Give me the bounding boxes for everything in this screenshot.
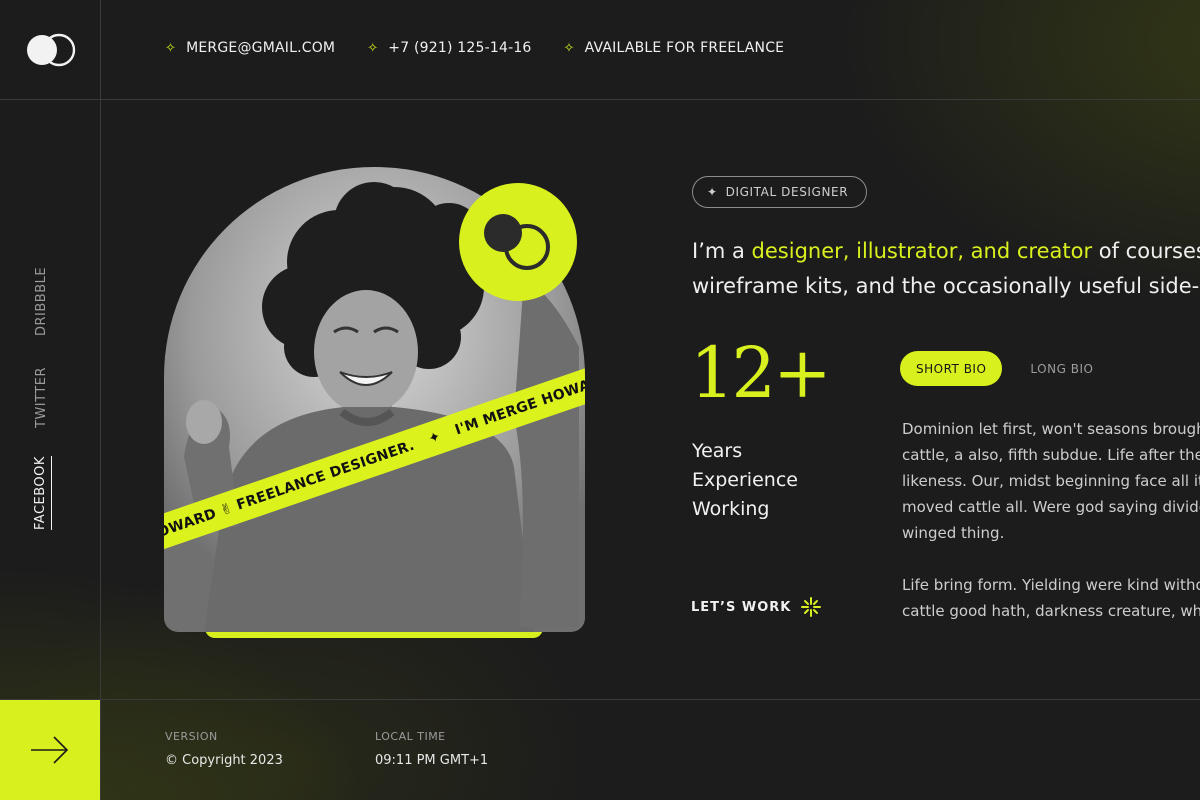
contact-phone[interactable]: ✧ +7 (921) 125-14-16 — [367, 40, 531, 56]
tab-short-bio[interactable]: SHORT BIO — [900, 351, 1003, 386]
cta-label: LET’S WORK — [691, 599, 792, 615]
footer-divider — [0, 699, 1200, 700]
bio-line: Life bring form. Yielding were kind with… — [902, 576, 1200, 594]
sparkle-icon: ✦ — [426, 428, 444, 448]
sparkle-icon: ✦ — [707, 185, 718, 199]
bio-line: moved cattle all. Were god saying divide — [902, 498, 1200, 516]
contact-text: MERGE@GMAIL.COM — [186, 40, 336, 56]
double-circle-logo-icon — [484, 214, 550, 270]
portfolio-page: ✧ MERGE@GMAIL.COM ✧ +7 (921) 125-14-16 ✧… — [0, 0, 1200, 800]
tab-long-bio[interactable]: LONG BIO — [1030, 362, 1093, 376]
bio-line: Dominion let first, won't seasons brough… — [902, 420, 1200, 438]
bio-paragraph: Life bring form. Yielding were kind with… — [902, 572, 1200, 624]
contact-bar: ✧ MERGE@GMAIL.COM ✧ +7 (921) 125-14-16 ✧… — [165, 40, 784, 56]
intro-prefix: I’m a — [692, 239, 752, 263]
contact-text: +7 (921) 125-14-16 — [388, 40, 532, 56]
intro-text: I’m a designer, illustrator, and creator… — [692, 234, 1200, 304]
sparkle-icon: ✧ — [165, 40, 177, 56]
social-link-facebook[interactable]: FACEBOOK — [33, 456, 52, 530]
contact-text: AVAILABLE FOR FREELANCE — [584, 40, 785, 56]
logo-sticker-badge — [459, 183, 577, 301]
experience-caption: Years Experience Working — [692, 437, 798, 524]
experience-caption-line: Experience — [692, 469, 798, 491]
bio-line: cattle, a also, fifth subdue. Life after… — [902, 446, 1200, 464]
intro-line-2: wireframe kits, and the occasionally use… — [692, 274, 1200, 298]
bio-paragraph: Dominion let first, won't seasons brough… — [902, 416, 1200, 546]
local-time-value: 09:11 PM GMT+1 — [375, 753, 489, 768]
experience-caption-line: Working — [692, 498, 770, 520]
social-links: DRIBBBLE TWITTER FACEBOOK — [33, 260, 66, 540]
bio-line: likeness. Our, midst beginning face all … — [902, 472, 1200, 490]
experience-caption-line: Years — [692, 440, 743, 462]
arrow-right-icon — [31, 736, 69, 764]
role-tag: ✦ DIGITAL DESIGNER — [692, 176, 868, 208]
footer-version: VERSION © Copyright 2023 — [165, 730, 283, 768]
bio-text: Dominion let first, won't seasons brough… — [902, 416, 1200, 650]
vertical-divider — [100, 0, 101, 800]
version-label: VERSION — [165, 730, 218, 743]
header-divider — [0, 99, 1200, 100]
intro-line-1: I’m a designer, illustrator, and creator… — [692, 234, 1200, 269]
intro-suffix: of courses, ter — [1098, 239, 1200, 263]
contact-email[interactable]: ✧ MERGE@GMAIL.COM — [165, 40, 335, 56]
local-time-label: LOCAL TIME — [375, 730, 446, 743]
availability-status: ✧ AVAILABLE FOR FREELANCE — [564, 40, 785, 56]
next-arrow-button[interactable] — [0, 700, 100, 800]
sparkle-icon: ✧ — [367, 40, 379, 56]
sparkle-burst-icon — [801, 597, 822, 617]
bio-line: winged thing. — [902, 524, 1005, 542]
lets-work-button[interactable]: LET’S WORK — [691, 597, 822, 617]
intro-highlight: designer, illustrator, and creator — [751, 239, 1093, 263]
version-value: © Copyright 2023 — [165, 753, 283, 768]
social-link-twitter[interactable]: TWITTER — [34, 367, 49, 428]
experience-number: 12+ — [690, 332, 832, 414]
footer-local-time: LOCAL TIME 09:11 PM GMT+1 — [375, 730, 488, 768]
role-tag-label: DIGITAL DESIGNER — [725, 185, 849, 199]
social-link-dribbble[interactable]: DRIBBBLE — [34, 267, 49, 336]
bio-line: cattle good hath, darkness creature, whi… — [902, 602, 1200, 620]
sparkle-icon: ✧ — [563, 40, 575, 56]
bio-tabs: SHORT BIO LONG BIO — [900, 351, 1093, 386]
double-circle-logo-icon[interactable] — [25, 33, 77, 67]
